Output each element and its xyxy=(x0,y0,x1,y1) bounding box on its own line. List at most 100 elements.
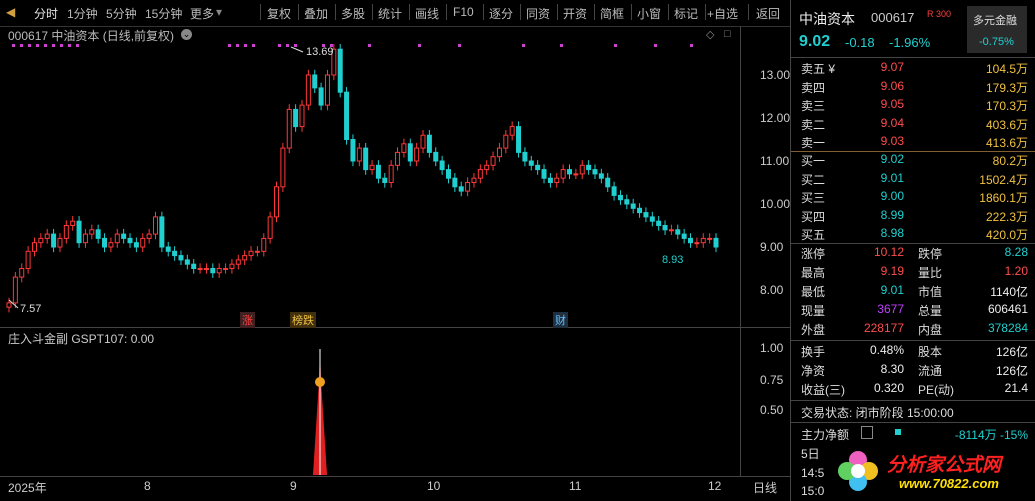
candle-body xyxy=(637,207,643,214)
candle-body xyxy=(707,237,713,240)
bid-row[interactable]: 买四 8.99 222.3万 xyxy=(791,208,1035,227)
ask-price: 9.05 xyxy=(880,97,904,111)
stat-value: 10.12 xyxy=(873,245,904,259)
watermark-title: 分析家公式网 xyxy=(887,455,1002,476)
candle-body xyxy=(388,164,394,184)
candle-body xyxy=(675,229,681,235)
signal-marker xyxy=(278,44,281,47)
signal-marker xyxy=(690,44,693,47)
candle-body xyxy=(312,74,318,89)
bid-price: 8.98 xyxy=(880,226,904,240)
stat-label: 市值 xyxy=(918,285,943,299)
event-tag[interactable]: 财 xyxy=(553,312,568,328)
bid-row[interactable]: 买一 9.02 80.2万 xyxy=(791,152,1035,171)
stat-value: 378284 xyxy=(987,321,1028,335)
candle-body xyxy=(516,126,522,153)
candle-body xyxy=(439,160,445,171)
y-tick-label: 13.00 xyxy=(760,68,791,82)
candle-body xyxy=(452,177,458,188)
signal-marker xyxy=(28,44,31,47)
high-label: 13.69 xyxy=(306,46,334,58)
low-label: 7.57 xyxy=(20,303,42,315)
ask-row[interactable]: 卖四 9.06 179.3万 xyxy=(791,79,1035,98)
candle-body xyxy=(82,233,88,244)
ask-row[interactable]: 卖二 9.04 403.6万 xyxy=(791,116,1035,135)
bid-label: 买五 xyxy=(801,228,826,242)
y-tick-label: 11.00 xyxy=(760,154,790,168)
candle-body xyxy=(484,164,490,171)
ask-row[interactable]: 卖五 ¥ 9.07 104.5万 xyxy=(791,60,1035,79)
candle-body xyxy=(57,237,63,248)
candle-body xyxy=(598,173,604,179)
candle-body xyxy=(592,169,598,175)
candle-body xyxy=(254,250,260,253)
sector-badge[interactable]: 多元金融 -0.75% xyxy=(967,6,1027,53)
indicator-title: 庄入斗金副 GSPT107: 0.00 xyxy=(8,332,155,346)
candle-body xyxy=(713,237,719,248)
candle-body xyxy=(401,143,407,153)
fundamental-row: 净资 8.30 流通 126亿 xyxy=(791,362,1035,381)
fundamental-value: 8.30 xyxy=(880,362,904,376)
index-tag: R 300 xyxy=(927,9,952,19)
candle-body xyxy=(25,250,31,270)
candle-body xyxy=(324,74,330,106)
ask-price: 9.03 xyxy=(880,134,904,148)
candle-body xyxy=(656,220,662,226)
fundamental-label: 股本 xyxy=(918,345,943,359)
price-change-pct: -1.96% xyxy=(889,35,931,50)
candle-body xyxy=(95,229,101,239)
high-pointer xyxy=(290,46,304,53)
stat-label: 内盘 xyxy=(918,323,943,337)
candle-body xyxy=(102,237,108,248)
candle-body xyxy=(617,194,623,201)
stat-label: 量比 xyxy=(918,266,943,280)
event-tag[interactable]: 榜跌 xyxy=(290,312,316,328)
candle-body xyxy=(210,268,216,274)
ask-price: 9.06 xyxy=(880,78,904,93)
stat-row: 外盘 228177 内盘 378284 xyxy=(791,321,1035,340)
candle-body xyxy=(471,177,477,183)
candle-body xyxy=(369,164,375,171)
bid-row[interactable]: 买二 9.01 1502.4万 xyxy=(791,171,1035,190)
candle-body xyxy=(184,259,190,265)
candle-body xyxy=(31,242,37,252)
bid-row[interactable]: 买三 9.00 1860.1万 xyxy=(791,189,1035,208)
list-icon[interactable] xyxy=(861,426,873,439)
stat-label: 最高 xyxy=(801,266,826,280)
bid-label: 买三 xyxy=(801,191,826,205)
x-tick-label: 9 xyxy=(290,479,297,493)
candle-body xyxy=(445,169,451,179)
ask-row[interactable]: 卖三 9.05 170.3万 xyxy=(791,97,1035,116)
candle-body xyxy=(509,126,515,136)
signal-marker xyxy=(654,44,657,47)
candle-body xyxy=(503,134,509,149)
candle-body xyxy=(458,186,464,192)
stat-label: 跌停 xyxy=(918,247,943,261)
candle-body xyxy=(242,255,248,261)
candle-body xyxy=(6,302,12,308)
candle-body xyxy=(191,263,197,270)
signal-marker xyxy=(44,44,47,47)
fundamental-label: 换手 xyxy=(801,345,826,359)
axis-divider xyxy=(740,26,741,476)
sector-pct: -0.75% xyxy=(979,36,1014,48)
fundamental-label: PE(动) xyxy=(918,383,955,397)
fundamental-value: 126亿 xyxy=(995,364,1028,378)
ask-price: 9.04 xyxy=(880,115,904,130)
event-tag[interactable]: 涨 xyxy=(240,312,255,328)
candle-body xyxy=(535,164,541,171)
candle-body xyxy=(133,242,139,248)
candle-body xyxy=(140,237,146,248)
candle-body xyxy=(235,259,241,265)
fundamental-value: 0.320 xyxy=(873,381,904,395)
ask-label: 卖四 xyxy=(801,80,826,95)
candle-body xyxy=(121,233,127,239)
signal-marker xyxy=(244,44,247,47)
candle-body xyxy=(649,216,655,222)
signal-marker xyxy=(458,44,461,47)
signal-marker xyxy=(228,44,231,47)
candle-body xyxy=(229,263,235,270)
last-price: 9.02 xyxy=(799,33,831,50)
candle-body xyxy=(465,182,471,192)
y-tick-label: 8.00 xyxy=(760,283,784,297)
